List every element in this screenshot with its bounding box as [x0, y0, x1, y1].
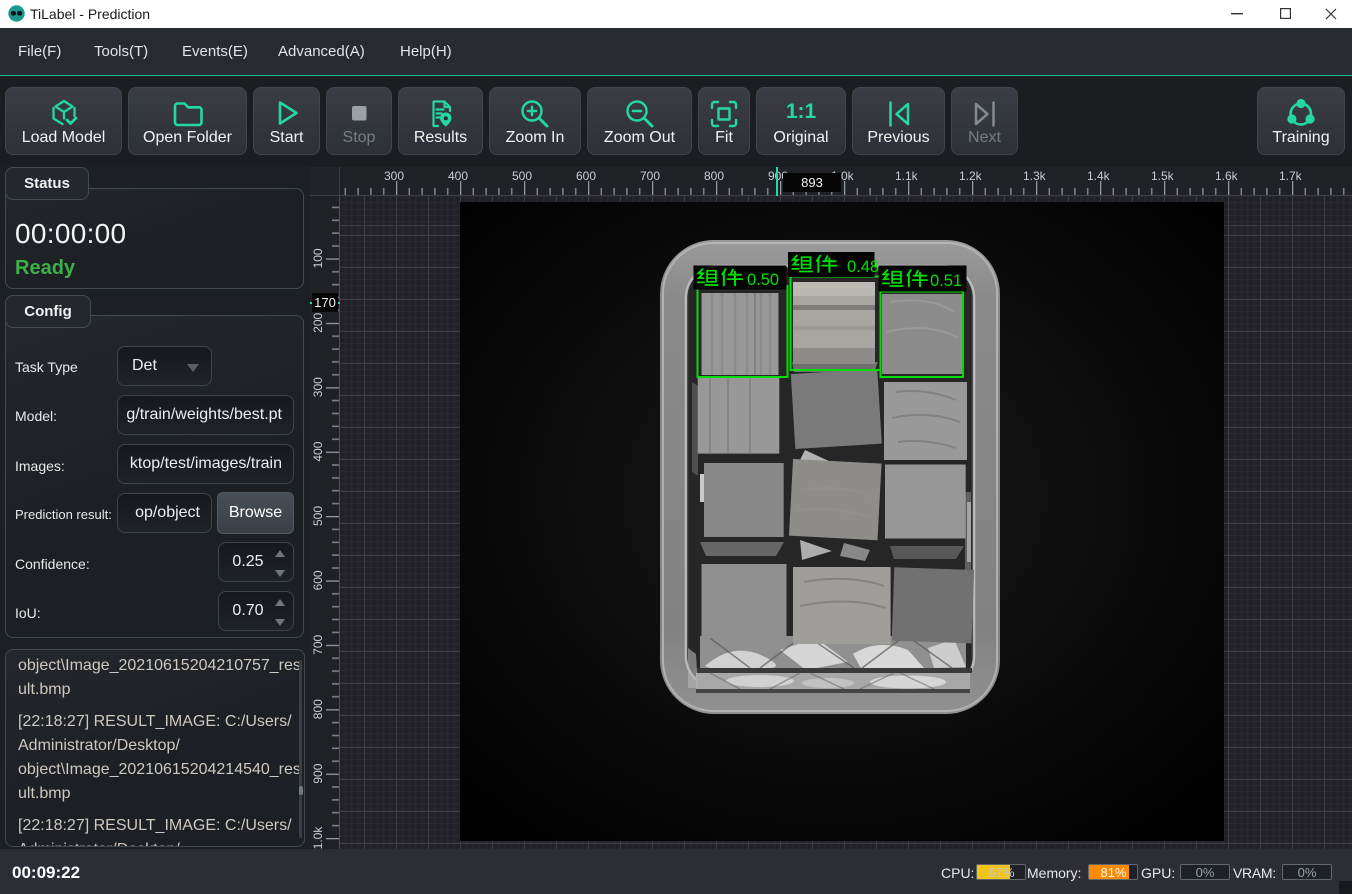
svg-text:1.0k: 1.0k	[311, 826, 325, 849]
svg-text:700: 700	[311, 634, 325, 654]
svg-text:0.51: 0.51	[930, 272, 962, 290]
svg-text:100: 100	[311, 248, 325, 268]
svg-text:0.48: 0.48	[847, 258, 879, 276]
svg-text:300: 300	[311, 377, 325, 397]
svg-text:600: 600	[311, 570, 325, 590]
svg-text:500: 500	[311, 506, 325, 526]
svg-text:800: 800	[311, 699, 325, 719]
svg-text:400: 400	[311, 441, 325, 461]
svg-text:900: 900	[311, 763, 325, 783]
svg-text:0.50: 0.50	[747, 271, 779, 289]
svg-text:200: 200	[311, 312, 325, 332]
